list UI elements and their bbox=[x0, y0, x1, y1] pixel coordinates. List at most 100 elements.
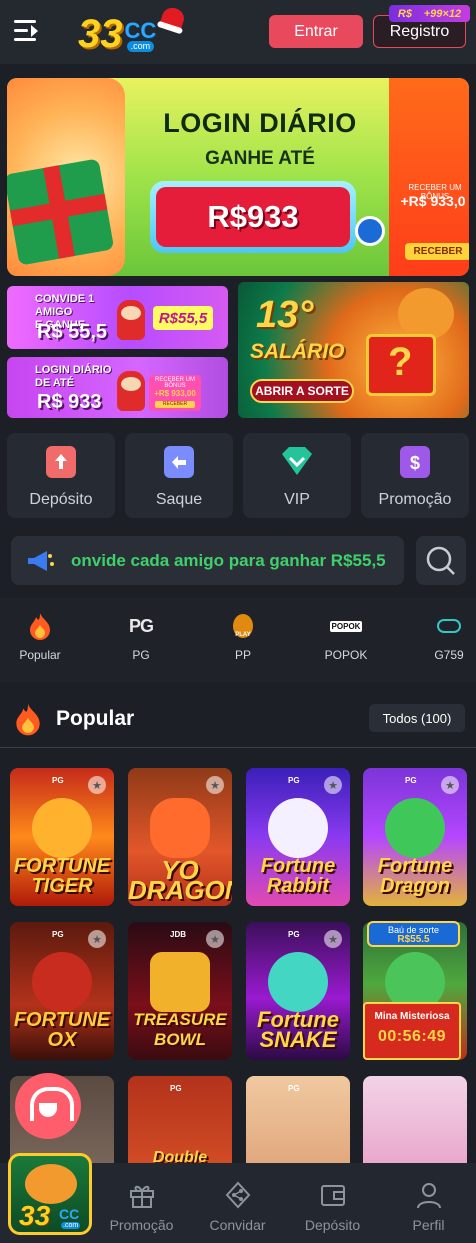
megaphone-icon bbox=[25, 548, 55, 574]
menu-icon[interactable] bbox=[14, 20, 38, 42]
game-title: YO DRAGON bbox=[128, 855, 232, 905]
gift-box-icon bbox=[7, 158, 115, 266]
fire-icon bbox=[7, 612, 73, 640]
daily-amount: R$ 933 bbox=[37, 391, 102, 413]
tiger-mascot-icon bbox=[25, 1164, 77, 1204]
daily-login-banner[interactable]: LOGIN DIÁRIO GANHE ATÉ R$933 RECEBER UM … bbox=[7, 78, 469, 276]
daily-bonus-card: RECEBER UM BÔNUS +R$ 933,00 RECEBER bbox=[149, 375, 201, 411]
game-title: Fortune Dragon bbox=[377, 855, 453, 897]
salary-word: SALÁRIO bbox=[250, 340, 345, 363]
login-button[interactable]: Entrar bbox=[269, 15, 363, 48]
announcement-marquee[interactable]: onvide cada amigo para ganhar R$55,5 bbox=[11, 536, 404, 585]
promotion-dollar-icon: $ bbox=[400, 446, 430, 478]
game-card[interactable]: ★ YO DRAGON bbox=[128, 768, 232, 906]
nav-convidar[interactable]: Convidar bbox=[190, 1163, 285, 1243]
game-title: FORTUNE OX bbox=[13, 1009, 111, 1051]
game-card[interactable]: PG ★ FORTUNE OX bbox=[10, 922, 114, 1060]
popok-logo-icon: POPOK bbox=[329, 620, 363, 632]
category-popular[interactable]: Popular bbox=[7, 612, 73, 672]
pp-logo-icon: PLAY bbox=[210, 612, 276, 640]
top-header: 33 CC .com Entrar Registro R$ +99×12 bbox=[0, 0, 476, 64]
santa-icon bbox=[117, 300, 145, 340]
banner-receive-button[interactable]: RECEBER bbox=[405, 243, 469, 260]
invite-tag: R$55,5 bbox=[153, 306, 213, 330]
pg-logo-icon: PG bbox=[128, 615, 154, 636]
home-logo-button[interactable]: 33 CC .com bbox=[8, 1153, 92, 1235]
register-bonus-badge: R$ +99×12 bbox=[389, 5, 470, 22]
game-art bbox=[268, 952, 328, 1012]
open-luck-button[interactable]: ABRIR A SORTE bbox=[250, 379, 354, 403]
invite-promo-card[interactable]: CONVIDE 1 AMIGO E GANHE R$ 55,5 R$55,5 bbox=[7, 286, 228, 349]
deposit-icon bbox=[46, 446, 76, 478]
nav-deposito[interactable]: Depósito bbox=[285, 1163, 380, 1243]
fire-icon bbox=[16, 703, 40, 736]
promotion-action[interactable]: $ Promoção bbox=[361, 433, 469, 518]
mystery-mine-widget[interactable]: Mina Misteriosa 00:56:49 bbox=[363, 1002, 461, 1060]
game-title: Fortune Rabbit bbox=[260, 855, 336, 897]
game-card[interactable]: PG ★ FORTUNE TIGER bbox=[10, 768, 114, 906]
category-pg[interactable]: PG PG bbox=[108, 612, 174, 672]
game-card[interactable]: PG ★ Fortune SNAKE bbox=[246, 922, 350, 1060]
favorite-star-icon[interactable]: ★ bbox=[324, 930, 342, 948]
app-root: 33 CC .com Entrar Registro R$ +99×12 LOG… bbox=[0, 0, 476, 1243]
favorite-star-icon[interactable]: ★ bbox=[324, 776, 342, 794]
category-g759[interactable]: G759 bbox=[416, 612, 476, 672]
tiger-mascot-icon bbox=[398, 288, 454, 340]
section-title: Popular bbox=[56, 707, 135, 730]
daily-login-promo-card[interactable]: LOGIN DIÁRIO DE ATÉ R$ 933 RECEBER UM BÔ… bbox=[7, 357, 228, 418]
search-icon bbox=[426, 546, 455, 575]
favorite-star-icon[interactable]: ★ bbox=[88, 776, 106, 794]
salary-promo-card[interactable]: ? 13° SALÁRIO ABRIR A SORTE bbox=[238, 282, 469, 418]
game-card[interactable]: JDB ★ TREASURE BOWL bbox=[128, 922, 232, 1060]
tap-hand-icon bbox=[355, 216, 385, 246]
logo-number: 33 bbox=[78, 12, 123, 56]
banner-amount: R$933 bbox=[156, 187, 350, 247]
daily-line2: DE ATÉ bbox=[35, 377, 75, 389]
banner-gift-area bbox=[7, 78, 125, 276]
gift-icon bbox=[129, 1181, 155, 1209]
search-button[interactable] bbox=[416, 536, 466, 585]
banner-side-amount: +R$ 933,0 bbox=[400, 193, 466, 209]
withdraw-action[interactable]: Saque bbox=[125, 433, 233, 518]
withdraw-icon bbox=[164, 446, 194, 478]
deposit-action[interactable]: Depósito bbox=[7, 433, 115, 518]
game-art bbox=[32, 798, 92, 858]
favorite-star-icon[interactable]: ★ bbox=[206, 776, 224, 794]
game-title: TREASURE BOWL bbox=[133, 1010, 227, 1049]
category-pp[interactable]: PLAY PP bbox=[210, 612, 276, 672]
vip-action[interactable]: VIP bbox=[243, 433, 351, 518]
nav-perfil[interactable]: Perfil bbox=[381, 1163, 476, 1243]
mina-title: Mina Misteriosa bbox=[374, 1011, 450, 1022]
category-bar: Popular PG PG PLAY PP POPOK POPOK G759 bbox=[0, 598, 476, 682]
category-popok[interactable]: POPOK POPOK bbox=[313, 612, 379, 672]
favorite-star-icon[interactable]: ★ bbox=[441, 776, 459, 794]
game-card[interactable]: PG ★ Fortune Dragon bbox=[363, 768, 467, 906]
mina-timer: 00:56:49 bbox=[377, 1028, 447, 1045]
game-title: FORTUNE TIGER bbox=[13, 855, 111, 897]
salary-number: 13° bbox=[256, 294, 314, 336]
view-all-button[interactable]: Todos (100) bbox=[369, 704, 465, 732]
invite-amount: R$ 55,5 bbox=[37, 321, 108, 343]
support-headset-icon[interactable] bbox=[15, 1073, 81, 1139]
g759-logo-icon bbox=[416, 612, 476, 640]
logo-com: .com bbox=[126, 41, 155, 52]
favorite-star-icon[interactable]: ★ bbox=[206, 930, 224, 948]
game-art bbox=[32, 952, 92, 1012]
game-card[interactable]: PG ★ Fortune Rabbit bbox=[246, 768, 350, 906]
favorite-star-icon[interactable]: ★ bbox=[88, 930, 106, 948]
game-art bbox=[150, 798, 210, 858]
wallet-icon bbox=[320, 1181, 346, 1209]
site-logo[interactable]: 33 CC .com bbox=[78, 5, 187, 56]
vip-diamond-icon bbox=[280, 446, 314, 476]
game-art bbox=[385, 798, 445, 858]
banner-title: LOGIN DIÁRIO bbox=[163, 108, 357, 138]
game-art bbox=[150, 952, 210, 1012]
nav-promocao[interactable]: Promoção bbox=[94, 1163, 189, 1243]
lucky-chest-badge[interactable]: Baú de sorte R$55.5 bbox=[367, 921, 460, 947]
popular-section-header: Popular Todos (100) bbox=[0, 694, 476, 748]
game-title: Fortune SNAKE bbox=[257, 1007, 339, 1052]
daily-line1: LOGIN DIÁRIO bbox=[35, 364, 112, 376]
svg-text:$: $ bbox=[410, 453, 420, 473]
banner-subtitle: GANHE ATÉ bbox=[205, 148, 315, 169]
user-icon bbox=[416, 1181, 442, 1209]
